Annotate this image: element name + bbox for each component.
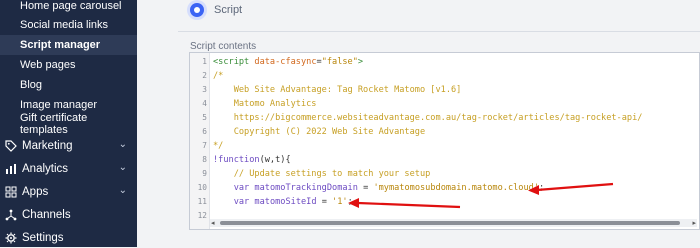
sidebar-item-label: Image manager (20, 99, 98, 111)
tag-icon (4, 139, 18, 153)
sidebar-item-home-page-carousel[interactable]: Home page carousel (0, 0, 137, 16)
chevron-down-icon: ⌄ (118, 162, 127, 173)
line-number: 9 (202, 169, 207, 178)
sidebar-item-analytics[interactable]: Analytics ⌄ (0, 159, 137, 179)
line-number: 5 (202, 113, 207, 122)
scroll-left-icon[interactable]: ◂ (211, 219, 215, 227)
sidebar-item-apps[interactable]: Apps ⌄ (0, 182, 137, 202)
sidebar-item-marketing[interactable]: Marketing ⌄ (0, 136, 137, 156)
line-number: 10 (197, 183, 207, 192)
chevron-down-icon: ⌄ (118, 139, 127, 150)
code-line[interactable]: 9 // Update settings to match your setup (190, 167, 699, 181)
apps-grid-icon (4, 185, 18, 199)
sidebar-item-label: Gift certificate templates (20, 112, 88, 136)
line-number: 3 (202, 85, 207, 94)
sidebar-item-label: Apps (22, 186, 49, 198)
sidebar-item-label: Marketing (22, 140, 73, 152)
scrollbar-thumb[interactable] (220, 221, 680, 225)
sidebar-item-label: Analytics (22, 163, 69, 175)
bar-chart-icon (4, 162, 18, 176)
line-number: 11 (197, 197, 207, 206)
code-line[interactable]: 4 Matomo Analytics (190, 97, 699, 111)
sidebar-item-label: Settings (22, 232, 64, 244)
chevron-down-icon: ⌄ (118, 185, 127, 196)
code-line[interactable]: 8 !function(w,t){ (190, 153, 699, 167)
annotation-arrow-icon (528, 182, 614, 195)
sidebar-item-web-pages[interactable]: Web pages (0, 55, 137, 75)
sidebar-item-blog[interactable]: Blog (0, 75, 137, 95)
script-type-option[interactable]: Script (190, 3, 242, 17)
horizontal-scrollbar[interactable]: ◂ ▸ (210, 219, 697, 227)
sidebar-item-label: Web pages (20, 59, 76, 71)
sidebar-item-channels[interactable]: Channels (0, 205, 137, 225)
code-line[interactable]: 1 <script data-cfasync="false"> (190, 55, 699, 69)
gear-icon (4, 231, 18, 245)
line-number: 6 (202, 127, 207, 136)
line-number: 7 (202, 141, 207, 150)
script-contents-label: Script contents (190, 41, 257, 52)
section-divider (178, 31, 700, 32)
sidebar-item-label: Blog (20, 79, 43, 91)
sidebar: Home page carousel Social media links Sc… (0, 0, 137, 247)
code-line[interactable]: 10 var matomoTrackingDomain = 'mymatomos… (190, 181, 699, 195)
line-number: 12 (197, 211, 207, 220)
sidebar-item-label: Channels (22, 209, 71, 221)
code-line[interactable]: 2 /* (190, 69, 699, 83)
annotation-arrow-icon (348, 198, 461, 209)
code-line[interactable]: 6 Copyright (C) 2022 Web Site Advantage (190, 125, 699, 139)
sidebar-item-settings[interactable]: Settings (0, 228, 137, 248)
line-number: 1 (202, 57, 207, 66)
line-number: 2 (202, 71, 207, 80)
line-number: 4 (202, 99, 207, 108)
script-radio-label: Script (214, 4, 243, 16)
sidebar-item-label: Home page carousel (20, 0, 122, 12)
sidebar-item-social-media-links[interactable]: Social media links (0, 15, 137, 35)
share-nodes-icon (4, 208, 18, 222)
sidebar-item-script-manager[interactable]: Script manager (0, 35, 137, 55)
code-line[interactable]: 7 */ (190, 139, 699, 153)
script-radio-button[interactable] (190, 3, 204, 17)
code-line[interactable]: 3 Web Site Advantage: Tag Rocket Matomo … (190, 83, 699, 97)
code-line[interactable]: 5 https://bigcommerce.websiteadvantage.c… (190, 111, 699, 125)
sidebar-item-label: Script manager (20, 39, 101, 51)
sidebar-item-gift-certificate-templates[interactable]: Gift certificate templates (0, 112, 137, 136)
line-number: 8 (202, 155, 207, 164)
scroll-right-icon[interactable]: ▸ (692, 219, 696, 227)
sidebar-item-label: Social media links (20, 19, 109, 31)
